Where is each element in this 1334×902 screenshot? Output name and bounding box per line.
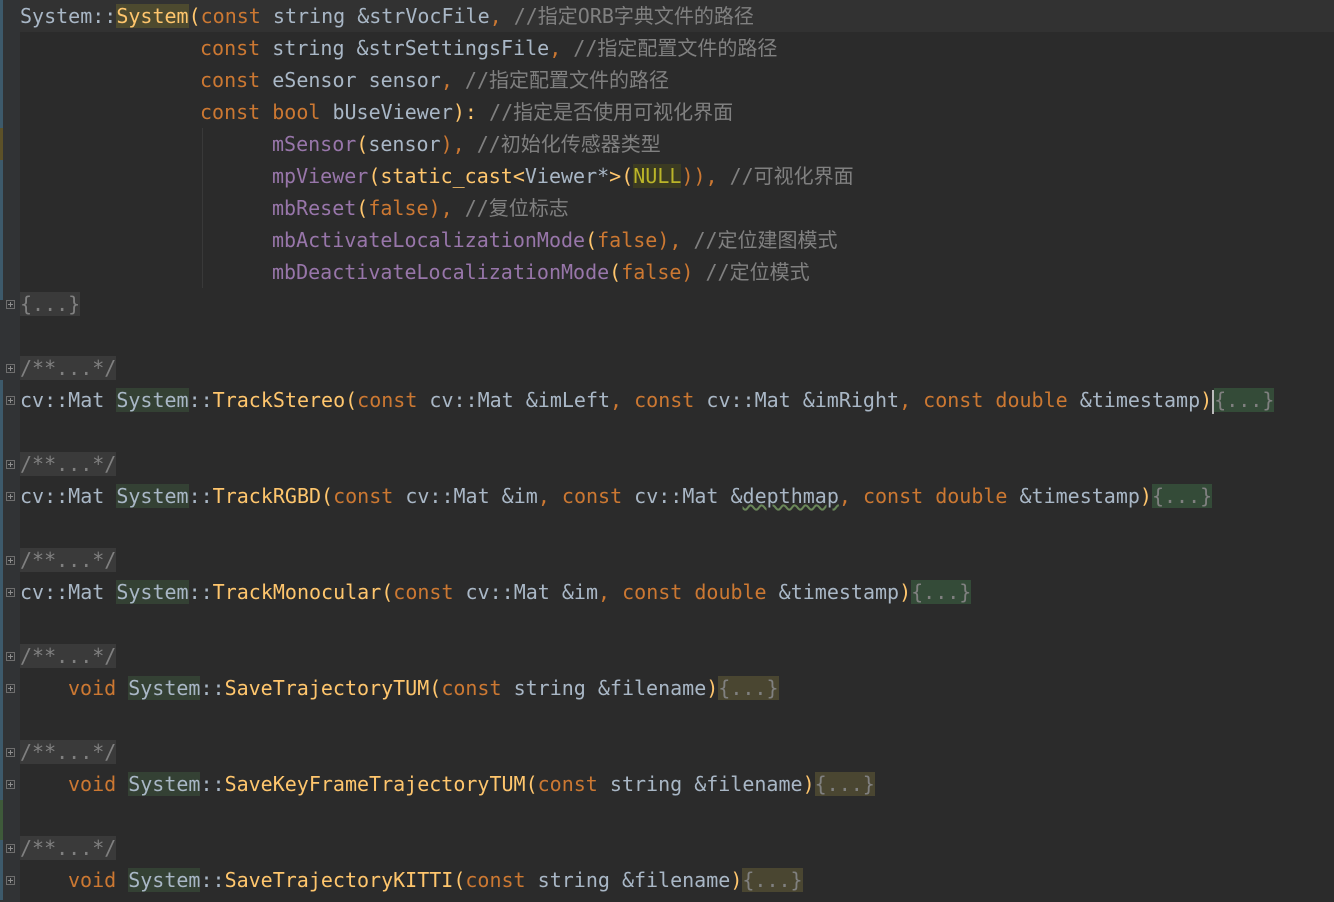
member-name: mpViewer	[272, 164, 369, 188]
folded-block[interactable]: {...}	[718, 676, 779, 700]
function-name: SaveTrajectoryKITTI	[224, 868, 454, 892]
code-line[interactable]: mbReset(false), //复位标志	[272, 192, 569, 224]
code-line[interactable]: const eSensor sensor, //指定配置文件的路径	[200, 64, 669, 96]
function-name: TrackRGBD	[212, 484, 322, 508]
folded-block[interactable]: {...}	[1151, 484, 1213, 508]
folded-doc-comment[interactable]: /**...*/	[20, 548, 117, 572]
member-name: mbDeactivateLocalizationMode	[272, 260, 610, 284]
code-line[interactable]: mSensor(sensor), //初始化传感器类型	[272, 128, 661, 160]
class-name: System	[128, 868, 201, 892]
code-line[interactable]: cv::Mat System::TrackMonocular(const cv:…	[20, 576, 972, 608]
plus-square-icon[interactable]	[6, 364, 15, 373]
function-name: TrackStereo	[212, 388, 346, 412]
folded-doc-comment[interactable]: /**...*/	[20, 644, 117, 668]
vcs-change-marker	[0, 800, 3, 840]
folded-block[interactable]: {...}	[20, 292, 81, 316]
class-name: System	[116, 580, 189, 604]
folded-block[interactable]: {...}	[911, 580, 972, 604]
null-literal: NULL	[633, 164, 682, 188]
function-name: SaveKeyFrameTrajectoryTUM	[224, 772, 526, 796]
code-line[interactable]: void System::SaveTrajectoryKITTI(const s…	[68, 864, 803, 896]
member-name: mbActivateLocalizationMode	[272, 228, 586, 252]
code-line[interactable]: mpViewer(static_cast<Viewer*>(NULL)), //…	[272, 160, 854, 192]
plus-square-icon[interactable]	[6, 684, 15, 693]
vcs-change-marker	[0, 160, 3, 300]
class-name: System	[116, 484, 189, 508]
folded-doc-comment[interactable]: /**...*/	[20, 836, 117, 860]
plus-square-icon[interactable]	[6, 396, 15, 405]
code-line[interactable]: /**...*/	[20, 736, 117, 768]
code-line[interactable]: void System::SaveTrajectoryTUM(const str…	[68, 672, 779, 704]
code-line[interactable]: const string &strSettingsFile, //指定配置文件的…	[200, 32, 777, 64]
function-name: TrackMonocular	[212, 580, 382, 604]
plus-square-icon[interactable]	[6, 876, 15, 885]
plus-square-icon[interactable]	[6, 748, 15, 757]
plus-square-icon[interactable]	[6, 844, 15, 853]
code-line[interactable]: /**...*/	[20, 448, 117, 480]
plus-square-icon[interactable]	[6, 492, 15, 501]
code-editor[interactable]: System::System(const string &strVocFile,…	[0, 0, 1334, 902]
plus-square-icon[interactable]	[6, 652, 15, 661]
class-name: System	[116, 388, 189, 412]
plus-square-icon[interactable]	[6, 780, 15, 789]
code-line[interactable]: {...}	[20, 288, 81, 320]
code-line[interactable]: /**...*/	[20, 544, 117, 576]
code-line[interactable]: void System::SaveKeyFrameTrajectoryTUM(c…	[68, 768, 875, 800]
member-name: mSensor	[272, 132, 357, 156]
code-line[interactable]: System::System(const string &strVocFile,…	[20, 0, 754, 32]
comment: //初始化传感器类型	[464, 132, 661, 156]
member-name: mbReset	[272, 196, 357, 220]
folded-doc-comment[interactable]: /**...*/	[20, 740, 117, 764]
code-line[interactable]: const bool bUseViewer): //指定是否使用可视化界面	[200, 96, 733, 128]
code-line[interactable]: /**...*/	[20, 352, 117, 384]
comment: //指定配置文件的路径	[452, 68, 670, 92]
comment: //指定是否使用可视化界面	[476, 100, 734, 124]
comment: //可视化界面	[717, 164, 854, 188]
plus-square-icon[interactable]	[6, 556, 15, 565]
class-name: System	[128, 772, 201, 796]
folded-block[interactable]: {...}	[1214, 388, 1275, 412]
vcs-change-marker	[0, 128, 3, 160]
code-line[interactable]: cv::Mat System::TrackStereo(const cv::Ma…	[20, 384, 1275, 416]
code-line[interactable]: /**...*/	[20, 640, 117, 672]
folded-doc-comment[interactable]: /**...*/	[20, 356, 117, 380]
comment: //定位建图模式	[681, 228, 838, 252]
code-line[interactable]: cv::Mat System::TrackRGBD(const cv::Mat …	[20, 480, 1213, 512]
comment: //指定ORB字典文件的路径	[501, 4, 754, 28]
editor-gutter	[0, 0, 20, 902]
constructor-name: System	[116, 4, 189, 28]
comment: //复位标志	[452, 196, 569, 220]
code-line[interactable]: mbActivateLocalizationMode(false), //定位建…	[272, 224, 838, 256]
function-name: SaveTrajectoryTUM	[224, 676, 430, 700]
indent-guide	[202, 128, 203, 288]
code-line[interactable]: /**...*/	[20, 832, 117, 864]
comment: //定位模式	[693, 260, 810, 284]
spelling-warning: depthmap	[742, 484, 839, 508]
plus-square-icon[interactable]	[6, 300, 15, 309]
class-name: System	[128, 676, 201, 700]
folded-block[interactable]: {...}	[814, 772, 875, 796]
code-line[interactable]: mbDeactivateLocalizationMode(false) //定位…	[272, 256, 810, 288]
folded-block[interactable]: {...}	[742, 868, 803, 892]
plus-square-icon[interactable]	[6, 460, 15, 469]
plus-square-icon[interactable]	[6, 588, 15, 597]
class-name: System	[20, 4, 93, 28]
comment: //指定配置文件的路径	[561, 36, 778, 60]
folded-doc-comment[interactable]: /**...*/	[20, 452, 117, 476]
vcs-change-marker	[0, 0, 3, 128]
